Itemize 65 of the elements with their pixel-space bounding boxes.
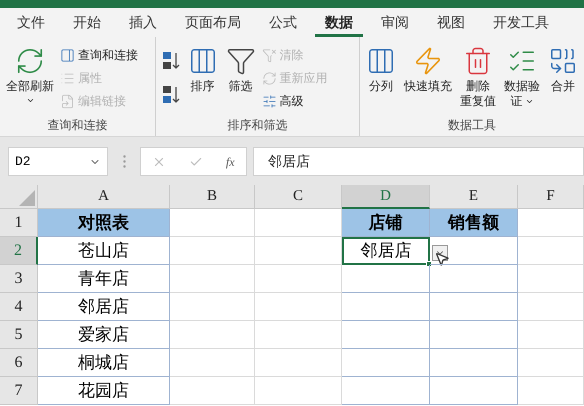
table-cell: 青年店 <box>38 265 170 293</box>
table-cell: 店铺 <box>342 209 430 237</box>
table-cell: 花园店 <box>38 377 170 405</box>
sort-ascending-icon[interactable] <box>162 51 180 71</box>
drag-handle-icon[interactable] <box>122 155 126 168</box>
small-icon <box>60 94 75 108</box>
grid-cell <box>518 321 584 349</box>
grid-cell <box>518 349 584 377</box>
ribbon-button[interactable]: 删除 重复值 <box>458 43 498 109</box>
table-cell: 爱家店 <box>38 321 170 349</box>
row-header[interactable]: 5 <box>0 321 38 349</box>
group-label: 数据工具 <box>448 117 496 134</box>
row-header[interactable]: 3 <box>0 265 38 293</box>
grid-cell <box>518 209 584 237</box>
formula-input[interactable]: 邻居店 <box>253 147 584 176</box>
grid-cell <box>518 237 584 265</box>
grid-cell <box>518 377 584 405</box>
name-box[interactable]: D2 <box>8 147 108 176</box>
insert-function-button[interactable]: fx <box>226 152 235 170</box>
row-header[interactable]: 2 <box>0 237 38 265</box>
small-icon <box>262 94 277 108</box>
grid-cell <box>518 265 584 293</box>
small-icon <box>262 48 277 62</box>
ribbon-tab[interactable]: 审阅 <box>371 10 419 37</box>
ribbon-button[interactable]: 数据验 证 <box>502 43 542 109</box>
sort-descending-icon[interactable] <box>162 85 180 105</box>
grid-cell <box>518 293 584 321</box>
ribbon-tab[interactable]: 页面布局 <box>175 10 251 37</box>
ribbon-tab[interactable]: 插入 <box>119 10 167 37</box>
ribbon-button[interactable]: 分列 <box>364 43 398 94</box>
ribbon-button[interactable]: 快速填充 <box>402 43 454 94</box>
ribbon-tab[interactable]: 开始 <box>63 10 111 37</box>
small-icon <box>60 48 75 62</box>
row-header[interactable]: 7 <box>0 377 38 405</box>
column-header[interactable]: D <box>342 185 430 209</box>
column-header[interactable]: B <box>170 185 255 209</box>
combine-icon <box>548 46 578 76</box>
columns-icon <box>366 46 396 76</box>
row-header[interactable]: 6 <box>0 349 38 377</box>
group-label: 排序和筛选 <box>227 117 288 134</box>
ribbon-tab[interactable]: 视图 <box>427 10 475 37</box>
ribbon-small-button[interactable]: 高级 <box>262 91 328 111</box>
filter-icon <box>226 46 256 76</box>
small-icon <box>262 70 277 86</box>
ribbon-small-button[interactable]: 查询和连接 <box>60 45 138 65</box>
ribbon-button[interactable]: 排序 <box>186 43 220 94</box>
table-cell: 销售额 <box>430 209 518 237</box>
table-cell: 对照表 <box>38 209 170 237</box>
ribbon-button[interactable]: 筛选 <box>224 43 258 94</box>
table-cell: 邻居店 <box>38 293 170 321</box>
delete-icon <box>463 46 493 76</box>
ribbon-tab[interactable]: 文件 <box>7 10 55 37</box>
table-cell: 桐城店 <box>38 349 170 377</box>
refresh-icon <box>15 46 45 76</box>
ribbon-button[interactable]: 合并 <box>546 43 580 94</box>
table-cell: 苍山店 <box>38 237 170 265</box>
row-header[interactable]: 1 <box>0 209 38 237</box>
lightning-icon <box>413 46 443 76</box>
ribbon-tab[interactable]: 开发工具 <box>483 10 559 37</box>
ribbon-tab[interactable]: 公式 <box>259 10 307 37</box>
column-header[interactable]: F <box>518 185 584 209</box>
row-header[interactable]: 4 <box>0 293 38 321</box>
group-label: 查询和连接 <box>47 117 108 134</box>
mouse-cursor-icon <box>434 251 450 267</box>
ribbon-button[interactable]: 全部刷新 <box>4 43 56 105</box>
